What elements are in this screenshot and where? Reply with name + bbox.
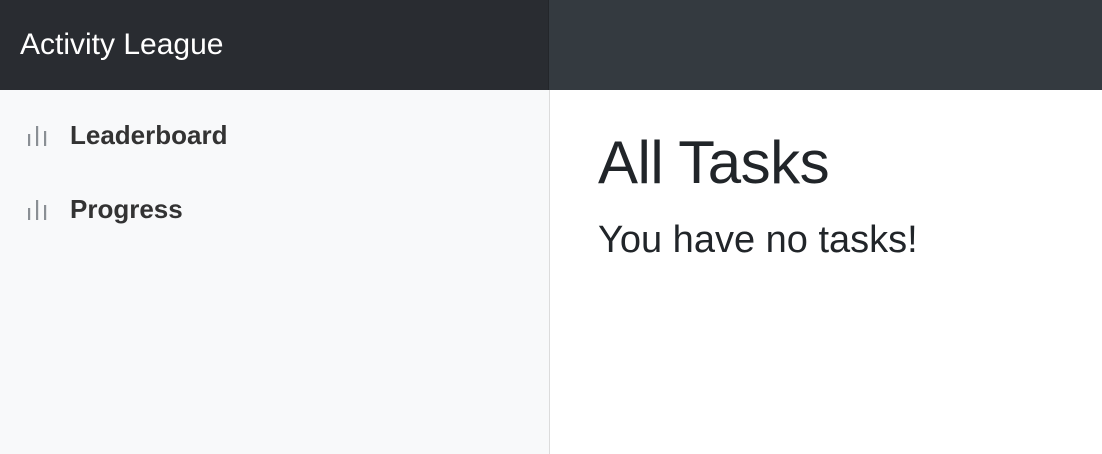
page-title: All Tasks xyxy=(598,129,830,196)
sidebar-item-leaderboard[interactable]: Leaderboard xyxy=(0,98,549,172)
bar-chart-icon xyxy=(27,123,49,147)
sidebar-item-label: Leaderboard xyxy=(70,119,228,150)
empty-tasks-message: You have no tasks! xyxy=(598,219,918,261)
sidebar: Leaderboard Progress xyxy=(0,90,550,454)
brand-link[interactable]: Activity League xyxy=(0,0,549,90)
bar-chart-icon xyxy=(27,197,49,221)
top-navbar: Activity League xyxy=(0,0,1102,90)
main-content: All Tasks You have no tasks! xyxy=(550,90,1102,454)
app-root: Activity League Leaderboard Progress All… xyxy=(0,0,1102,454)
sidebar-item-label: Progress xyxy=(70,193,183,224)
sidebar-item-progress[interactable]: Progress xyxy=(0,172,549,246)
